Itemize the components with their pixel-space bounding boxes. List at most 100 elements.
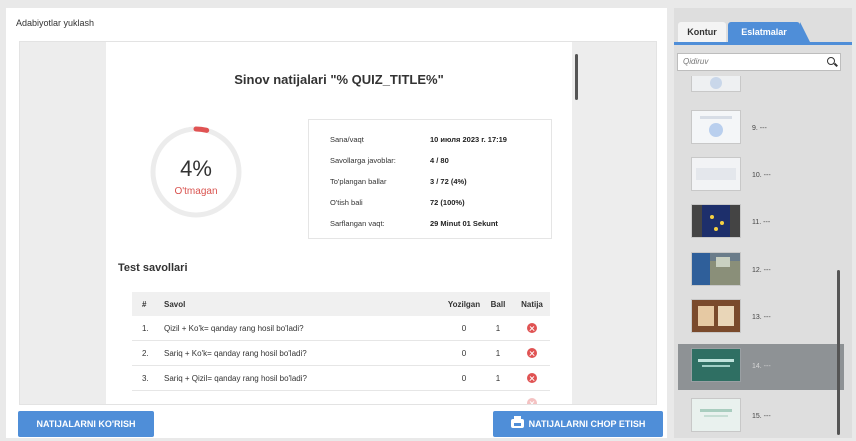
slide-thumbnail [691,299,741,333]
fail-icon [527,398,537,404]
print-results-label: NATIJALARNI CHOP ETISH [528,419,646,429]
row-written: 0 [461,374,467,383]
quiz-title: Sinov natijalari "% QUIZ_TITLE%" [234,72,444,87]
tab-kontur[interactable]: Kontur [678,22,726,42]
view-results-button[interactable]: NATIJALARNI KO'RISH [18,411,154,437]
slide-item[interactable]: 10. --- [678,153,844,199]
slide-thumb-art [698,306,734,326]
slide-label: 12. --- [752,267,771,274]
slide-label: 11. --- [752,219,771,226]
slide-thumb-art [692,205,740,237]
search-placeholder: Qidiruv [683,57,709,66]
viewer-scrollbar[interactable] [575,54,578,100]
slide-item[interactable]: 11. --- [678,200,844,246]
info-row-answers: Savollarga javoblar: 4 / 80 [309,156,553,176]
slide-thumb-art [700,116,732,137]
row-question: Sariq + Ko'k= qanday rang hosil bo'ladi? [164,349,307,358]
slide-label: 14. --- [752,363,771,370]
slide-list: 9. --- 10. --- 11. --- 12. --- 13. --- 1… [674,76,852,438]
fail-icon [527,323,537,333]
row-question: Sariq + Qizil= qanday rang hosil bo'ladi… [164,374,307,383]
info-value: 10 июля 2023 г. 17:19 [430,135,507,144]
questions-heading: Test savollari [118,262,188,274]
slide-thumb-art [692,253,740,285]
fail-icon [527,373,537,383]
info-box: Sana/vaqt 10 июля 2023 г. 17:19 Savollar… [308,119,552,239]
tab-underline [674,42,852,45]
info-label: O'tish bali [330,198,363,207]
row-score: 1 [495,324,501,333]
row-num: 2. [142,349,149,358]
slide-thumbnail [691,110,741,144]
info-value: 29 Minut 01 Sekunt [430,219,498,228]
info-value: 4 / 80 [430,156,449,165]
slide-item[interactable] [678,76,844,100]
row-written: 0 [461,324,467,333]
slide-item[interactable]: 15. --- [678,394,844,438]
row-result [517,348,547,361]
row-result [517,373,547,386]
slide-label: 9. --- [752,125,767,132]
slide-label: 10. --- [752,172,771,179]
slide-thumbnail [691,398,741,432]
info-row-pass-score: O'tish bali 72 (100%) [309,198,553,218]
search-input[interactable]: Qidiruv [677,53,841,71]
slide-thumb-art [700,409,732,417]
row-question: Qizil + Ko'k= qanday rang hosil bo'ladi? [164,324,304,333]
header-score: Ball [490,300,506,309]
row-result [517,398,547,404]
table-row: 3. Sariq + Qizil= qanday rang hosil bo'l… [132,366,550,391]
slide-item[interactable]: 9. --- [678,106,844,152]
score-percent: 4% [180,156,212,181]
panel-title: Adabiyotlar yuklash [16,18,95,28]
results-panel: Adabiyotlar yuklash Sinov natijalari "% … [6,8,667,438]
header-question: Savol [164,300,186,309]
result-page: Sinov natijalari "% QUIZ_TITLE%" 4% O'tm… [106,42,572,404]
header-num: # [142,300,147,309]
slide-thumbnail [691,157,741,191]
sidebar-scrollbar[interactable] [837,270,840,435]
slide-label: 15. --- [752,413,771,420]
info-value: 3 / 72 (4%) [430,177,467,186]
row-num: 3. [142,374,149,383]
sidebar: Kontur Eslatmalar Qidiruv 9. --- 10. ---… [674,8,852,438]
info-value: 72 (100%) [430,198,465,207]
app-root: Adabiyotlar yuklash Sinov natijalari "% … [0,0,856,441]
slide-thumbnail [691,204,741,238]
row-written: 0 [461,349,467,358]
row-num: 1. [142,324,149,333]
slide-thumb-art [698,359,734,367]
slide-label: 13. --- [752,314,771,321]
tab-eslatmalar[interactable]: Eslatmalar [728,22,810,42]
result-viewer[interactable]: Sinov natijalari "% QUIZ_TITLE%" 4% O'tm… [19,41,657,405]
info-label: Sarflangan vaqt: [330,219,385,228]
pass-status: O'tmagan [174,186,218,197]
row-result [517,323,547,336]
info-row-time-spent: Sarflangan vaqt: 29 Minut 01 Sekunt [309,219,553,239]
slide-item[interactable]: 12. --- [678,248,844,294]
info-row-points: To'plangan ballar 3 / 72 (4%) [309,177,553,197]
row-score: 1 [495,349,501,358]
header-written: Yozilgan [447,300,481,309]
search-icon[interactable] [827,57,835,65]
info-row-date: Sana/vaqt 10 июля 2023 г. 17:19 [309,135,553,155]
table-row: 1. Qizil + Ko'k= qanday rang hosil bo'la… [132,316,550,341]
table-row-partial [132,391,550,404]
slide-thumbnail [691,76,741,92]
info-label: Savollarga javoblar: [330,156,396,165]
info-label: To'plangan ballar [330,177,387,186]
slide-thumb-art [696,168,736,180]
slide-thumbnail [691,348,741,382]
info-label: Sana/vaqt [330,135,364,144]
fail-icon [527,348,537,358]
row-score: 1 [495,374,501,383]
header-result: Natija [521,300,543,309]
printer-icon [510,416,524,429]
slide-thumbnail [691,252,741,286]
table-row: 2. Sariq + Ko'k= qanday rang hosil bo'la… [132,341,550,366]
slide-item-active[interactable]: 14. --- [678,344,844,390]
slide-item[interactable]: 13. --- [678,295,844,341]
slide-thumb-art [710,77,722,89]
table-header: # Savol Yozilgan Ball Natija [132,292,550,316]
print-results-button[interactable]: NATIJALARNI CHOP ETISH [493,411,663,437]
